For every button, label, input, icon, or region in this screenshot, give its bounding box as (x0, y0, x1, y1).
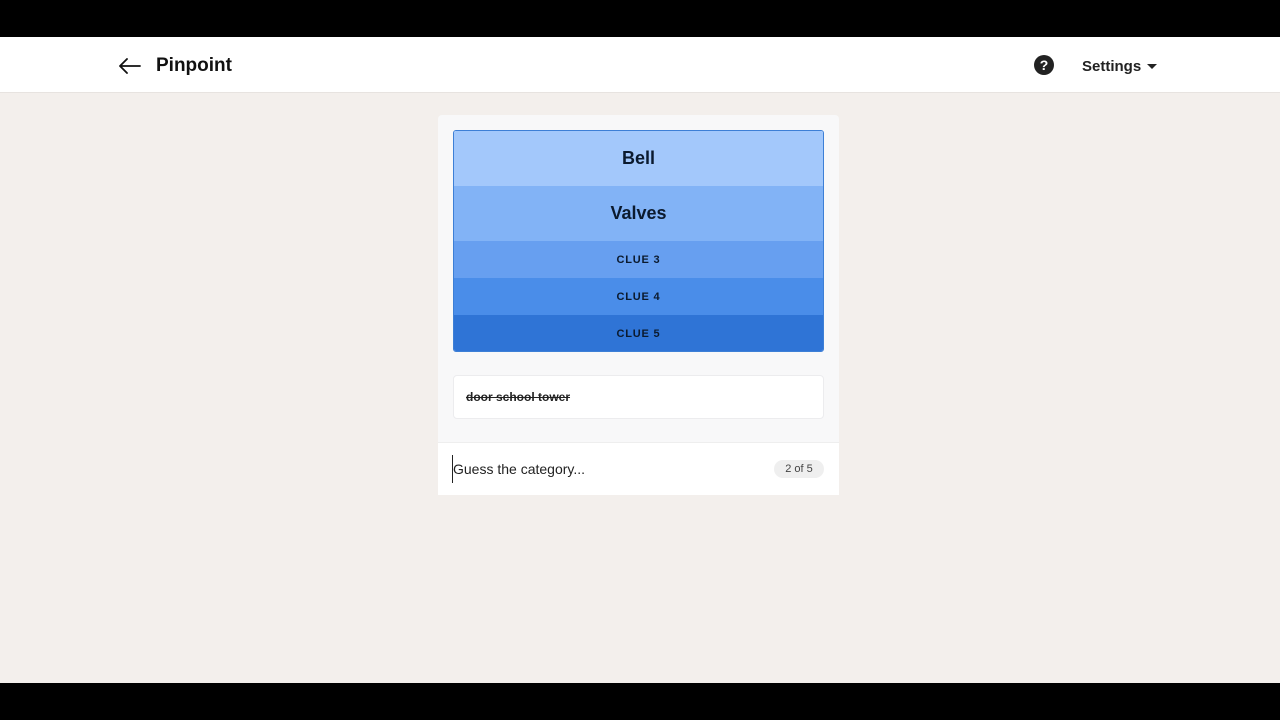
settings-dropdown[interactable]: Settings (1082, 57, 1158, 75)
clue-3-label: CLUE 3 (616, 253, 661, 266)
app: Pinpoint ? Settings Bell Valves CLUE 3 C… (0, 37, 1280, 683)
clue-3: CLUE 3 (454, 241, 823, 278)
clue-5: CLUE 5 (454, 315, 823, 351)
arrow-left-icon (119, 58, 141, 74)
game-card: Bell Valves CLUE 3 CLUE 4 CLUE 5 door sc… (438, 115, 839, 495)
letterbox-top (0, 0, 1280, 37)
settings-label: Settings (1082, 57, 1142, 75)
back-button[interactable] (116, 52, 144, 80)
help-button[interactable]: ? (1034, 55, 1054, 75)
clue-2: Valves (454, 186, 823, 241)
clue-1: Bell (454, 131, 823, 186)
clue-5-label: CLUE 5 (616, 327, 661, 340)
page-title: Pinpoint (156, 55, 232, 76)
letterbox-bottom (0, 683, 1280, 720)
question-circle-icon: ? (1039, 57, 1049, 73)
caret-down-icon (1147, 63, 1158, 69)
header: Pinpoint ? Settings (0, 37, 1280, 93)
guess-row: 2 of 5 (438, 442, 839, 495)
clue-1-label: Bell (621, 148, 655, 168)
guess-input[interactable] (452, 455, 753, 483)
guess-counter-badge: 2 of 5 (774, 460, 824, 478)
clue-stack: Bell Valves CLUE 3 CLUE 4 CLUE 5 (453, 130, 824, 352)
clue-4-label: CLUE 4 (616, 290, 661, 303)
clue-2-label: Valves (610, 203, 667, 223)
clue-4: CLUE 4 (454, 278, 823, 315)
wrong-guess: door school tower (466, 390, 571, 404)
wrong-guesses-box: door school tower (453, 375, 824, 419)
